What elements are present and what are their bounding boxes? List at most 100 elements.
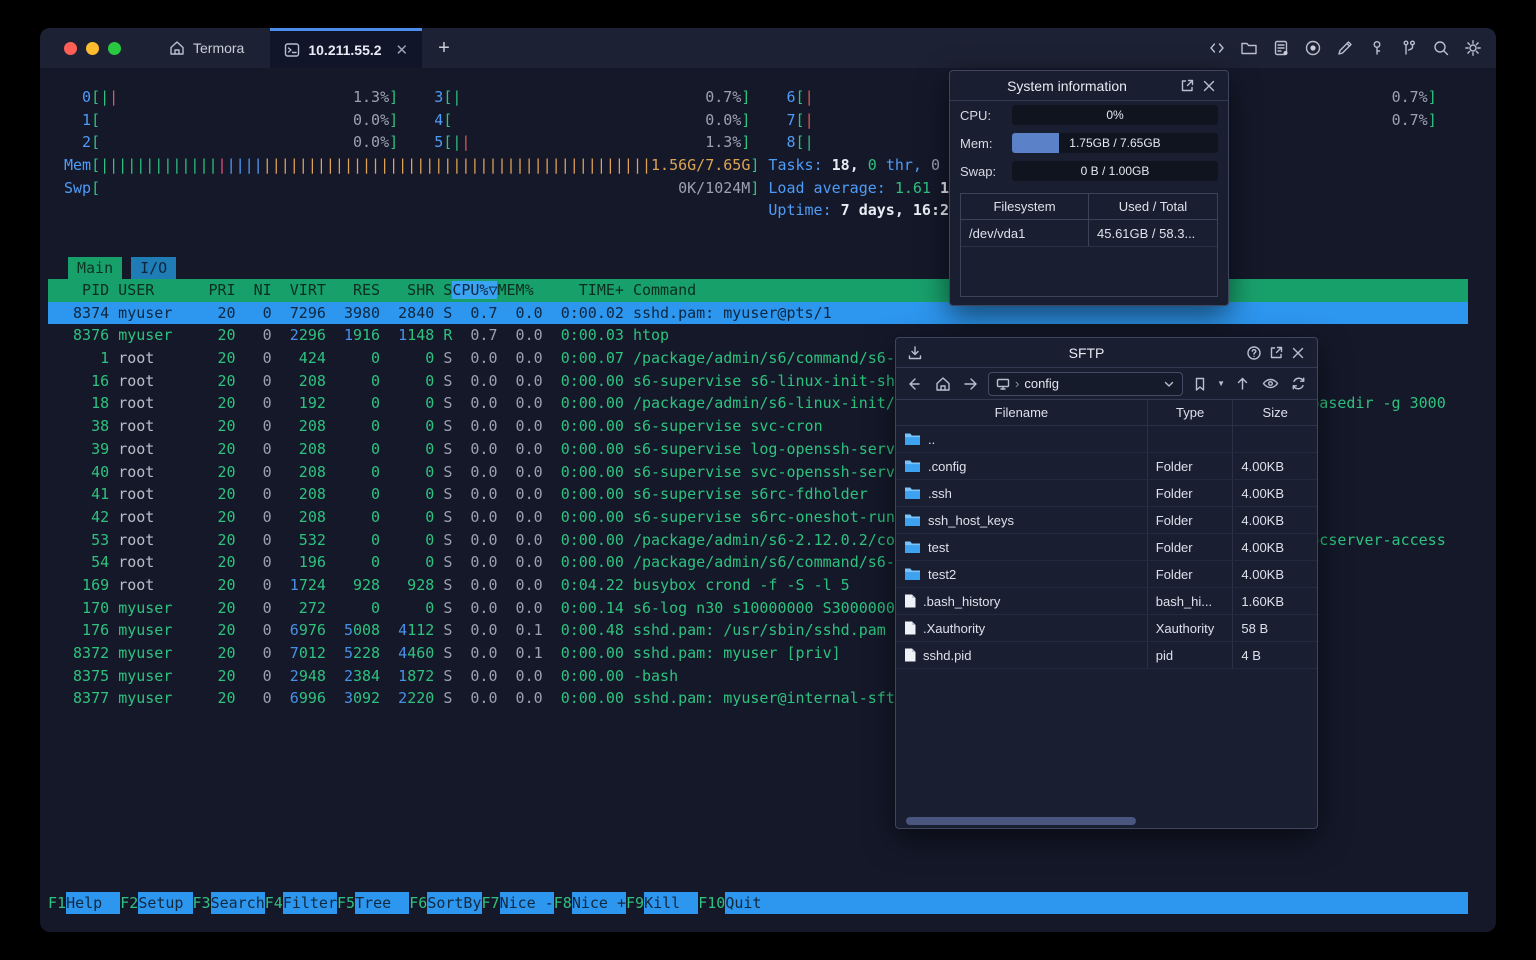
- fkey-F10[interactable]: F10: [698, 892, 725, 914]
- file-name: ..: [928, 431, 936, 447]
- home-tab-label: Termora: [193, 40, 245, 56]
- terminal-icon: [285, 42, 300, 57]
- fkey-label-F9[interactable]: Kill: [644, 892, 699, 914]
- fs-header-used-total[interactable]: Used / Total: [1089, 194, 1217, 219]
- process-row[interactable]: 8374 myuser 20 0 7296 3980 2840 S 0.7 0.…: [48, 301, 1468, 325]
- home-tab[interactable]: Termora: [143, 28, 270, 68]
- file-type: [1146, 426, 1233, 452]
- bookmark-dropdown-icon[interactable]: ▼: [1217, 379, 1225, 388]
- branch-icon[interactable]: [1399, 39, 1418, 58]
- fkey-label-F7[interactable]: Nice -: [499, 892, 554, 914]
- file-name: sshd.pid: [923, 647, 972, 663]
- close-icon[interactable]: [1198, 75, 1220, 97]
- file-icon: [904, 594, 916, 608]
- sftp-table-header: Filename Type Size: [896, 400, 1317, 426]
- key-icon[interactable]: [1367, 39, 1386, 58]
- folder-icon[interactable]: [1239, 39, 1258, 58]
- file-row[interactable]: .bash_history bash_hi... 1.60KB: [896, 588, 1317, 615]
- fkey-label-F5[interactable]: Tree: [355, 892, 410, 914]
- eye-icon[interactable]: [1259, 373, 1281, 395]
- file-row[interactable]: ..: [896, 426, 1317, 453]
- file-type: pid: [1146, 642, 1233, 668]
- fkey-F7[interactable]: F7: [482, 892, 500, 914]
- mem-label: Mem:: [960, 135, 993, 151]
- file-row[interactable]: ssh_host_keys Folder 4.00KB: [896, 507, 1317, 534]
- file-row[interactable]: sshd.pid pid 4 B: [896, 642, 1317, 669]
- swap-progressbar: 0 B / 1.00GB: [1012, 161, 1218, 181]
- up-icon[interactable]: [1231, 373, 1253, 395]
- process-table-header[interactable]: PID USER PRI NI VIRT RES SHR SCPU%▽MEM% …: [48, 279, 1468, 302]
- search-icon[interactable]: [1431, 39, 1450, 58]
- folder-icon: [904, 486, 921, 500]
- header-type[interactable]: Type: [1146, 400, 1233, 425]
- toolbar-icons: [1207, 28, 1482, 68]
- fkey-label-F3[interactable]: Search: [210, 892, 265, 914]
- cpu-meter-line: 1[ 0.0%] 4[ 0.0%] 7[| 0.7%]: [64, 110, 1437, 129]
- fkey-label-F1[interactable]: Help: [66, 892, 121, 914]
- htop-tab-main[interactable]: Main: [68, 257, 123, 279]
- current-folder: config: [1024, 376, 1060, 391]
- file-name: test2: [928, 566, 957, 582]
- home-icon[interactable]: [932, 373, 954, 395]
- notes-badge-icon[interactable]: [1271, 39, 1290, 58]
- fkey-F9[interactable]: F9: [626, 892, 644, 914]
- file-type: bash_hi...: [1146, 588, 1233, 614]
- file-row[interactable]: .ssh Folder 4.00KB: [896, 480, 1317, 507]
- file-row[interactable]: .config Folder 4.00KB: [896, 453, 1317, 480]
- fkey-label-F6[interactable]: SortBy: [427, 892, 482, 914]
- header-size[interactable]: Size: [1232, 400, 1317, 425]
- fs-header-filesystem[interactable]: Filesystem: [961, 194, 1089, 219]
- file-row[interactable]: .Xauthority Xauthority 58 B: [896, 615, 1317, 642]
- pencil-icon[interactable]: [1335, 39, 1354, 58]
- help-icon[interactable]: [1243, 342, 1265, 364]
- fkey-label-F4[interactable]: Filter: [282, 892, 337, 914]
- close-icon[interactable]: [1287, 342, 1309, 364]
- sysinfo-swap-row: Swap: 0 B / 1.00GB: [950, 157, 1228, 185]
- htop-tab-io[interactable]: I/O: [131, 257, 177, 279]
- back-icon[interactable]: [904, 373, 926, 395]
- refresh-icon[interactable]: [1287, 373, 1309, 395]
- close-window-button[interactable]: [64, 41, 77, 55]
- bookmark-icon[interactable]: [1189, 373, 1211, 395]
- path-breadcrumb[interactable]: › config: [988, 371, 1184, 396]
- cpu-meter-line: 2[ 0.0%] 5[|| 1.3%] 8[|: [64, 133, 814, 152]
- tab-close-icon[interactable]: ✕: [396, 41, 409, 59]
- file-name: .ssh: [928, 485, 952, 501]
- fkey-F1[interactable]: F1: [48, 892, 66, 914]
- fkey-F3[interactable]: F3: [193, 892, 211, 914]
- sftp-title: SFTP: [1068, 344, 1105, 361]
- fkey-F4[interactable]: F4: [265, 892, 283, 914]
- file-name: test: [928, 539, 949, 555]
- fkey-label-F2[interactable]: Setup: [138, 892, 193, 914]
- filesystem-row[interactable]: /dev/vda1 45.61GB / 58.3...: [961, 220, 1217, 247]
- popout-icon[interactable]: [1265, 342, 1287, 364]
- popout-icon[interactable]: [1176, 75, 1198, 97]
- gear-icon[interactable]: [1463, 39, 1482, 58]
- header-filename[interactable]: Filename: [896, 400, 1147, 425]
- code-icon[interactable]: [1207, 39, 1226, 58]
- sysinfo-cpu-row: CPU: 0%: [950, 101, 1228, 129]
- zoom-window-button[interactable]: [108, 41, 121, 55]
- download-icon[interactable]: [904, 342, 926, 364]
- minimize-window-button[interactable]: [86, 41, 99, 55]
- new-tab-button[interactable]: +: [422, 28, 466, 68]
- fkey-label-F10[interactable]: Quit: [725, 892, 780, 914]
- folder-icon: [904, 567, 921, 581]
- tab-session[interactable]: 10.211.55.2 ✕: [270, 28, 423, 68]
- fkey-F8[interactable]: F8: [554, 892, 572, 914]
- cpu-value: 0%: [1106, 108, 1124, 122]
- chevron-down-icon[interactable]: [1163, 378, 1175, 390]
- file-row[interactable]: test2 Folder 4.00KB: [896, 561, 1317, 588]
- crumb-separator: ›: [1015, 376, 1020, 391]
- fkey-F6[interactable]: F6: [409, 892, 427, 914]
- home-icon: [170, 41, 184, 55]
- mem-progressbar: 1.75GB / 7.65GB: [1012, 133, 1218, 153]
- horizontal-scrollbar[interactable]: [898, 816, 1315, 826]
- record-icon[interactable]: [1303, 39, 1322, 58]
- fkey-F2[interactable]: F2: [120, 892, 138, 914]
- scrollbar-thumb[interactable]: [906, 817, 1136, 825]
- file-row[interactable]: test Folder 4.00KB: [896, 534, 1317, 561]
- fkey-F5[interactable]: F5: [337, 892, 355, 914]
- forward-icon[interactable]: [960, 373, 982, 395]
- fkey-label-F8[interactable]: Nice +: [571, 892, 626, 914]
